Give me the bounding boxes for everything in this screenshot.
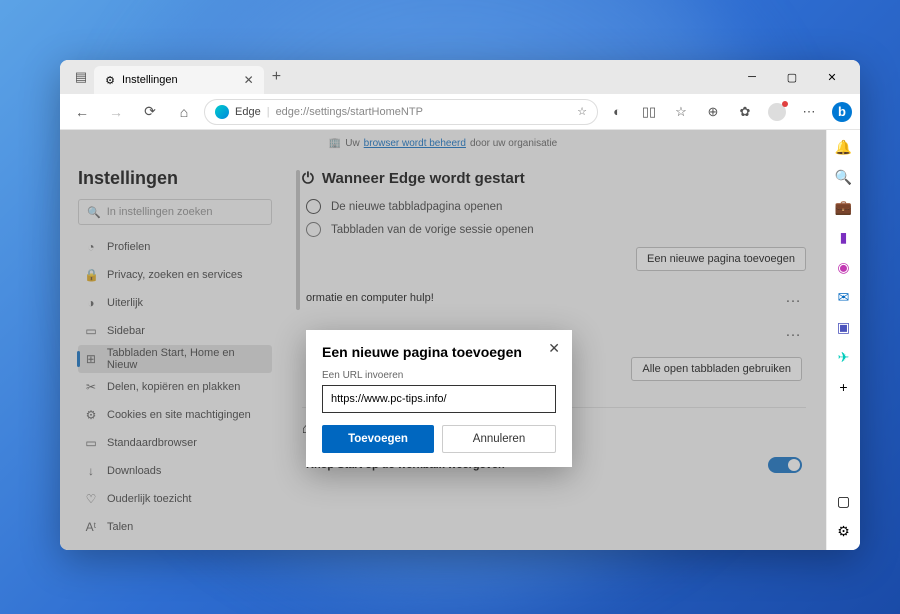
settings-gear-icon[interactable]: ⚙ (833, 520, 855, 542)
split-icon[interactable]: ▯▯ (636, 99, 662, 125)
dialog-label: Een URL invoeren (322, 370, 556, 381)
maximize-button[interactable]: ▢ (772, 60, 812, 94)
home-button[interactable]: ⌂ (170, 98, 198, 126)
tracking-icon[interactable]: ◐ (604, 99, 630, 125)
collections-icon[interactable]: ⊕ (700, 99, 726, 125)
avatar[interactable] (764, 99, 790, 125)
app1-icon[interactable]: ▮ (833, 226, 855, 248)
bing-icon[interactable]: b (832, 102, 852, 122)
browser-window: ▤ ⚙ Instellingen ✕ + ─ ▢ ✕ ← → ⟳ ⌂ Edge … (60, 60, 860, 550)
outlook-icon[interactable]: ✉ (833, 286, 855, 308)
edge-icon (215, 105, 229, 119)
url-field[interactable]: Edge | edge://settings/startHomeNTP ☆ (204, 99, 598, 125)
refresh-button[interactable]: ⟳ (136, 98, 164, 126)
search-icon[interactable]: 🔍 (833, 166, 855, 188)
back-button[interactable]: ← (68, 98, 96, 126)
favorites-icon[interactable]: ☆ (668, 99, 694, 125)
tab-actions-icon[interactable]: ▤ (68, 64, 94, 90)
close-window-button[interactable]: ✕ (812, 60, 852, 94)
cancel-button[interactable]: Annuleren (442, 425, 556, 453)
more-icon[interactable]: ⋯ (796, 99, 822, 125)
address-bar: ← → ⟳ ⌂ Edge | edge://settings/startHome… (60, 94, 860, 130)
star-icon[interactable]: ☆ (577, 105, 587, 118)
add-icon[interactable]: + (833, 376, 855, 398)
titlebar: ▤ ⚙ Instellingen ✕ + ─ ▢ ✕ (60, 60, 860, 94)
panel-icon[interactable]: ▢ (833, 490, 855, 512)
add-button[interactable]: Toevoegen (322, 425, 434, 453)
extensions-icon[interactable]: ✿ (732, 99, 758, 125)
forward-button[interactable]: → (102, 98, 130, 126)
dialog-close-icon[interactable]: ✕ (548, 340, 560, 357)
url-prefix: Edge (235, 106, 261, 118)
browser-tab[interactable]: ⚙ Instellingen ✕ (94, 66, 264, 94)
right-sidebar: 🔔 🔍 💼 ▮ ◉ ✉ ▣ ✈ + ▢ ⚙ (826, 130, 860, 550)
url-input[interactable] (322, 385, 556, 413)
briefcase-icon[interactable]: 💼 (833, 196, 855, 218)
minimize-button[interactable]: ─ (732, 60, 772, 94)
gear-icon: ⚙ (104, 74, 116, 86)
add-page-dialog: ✕ Een nieuwe pagina toevoegen Een URL in… (306, 330, 572, 467)
close-tab-icon[interactable]: ✕ (244, 73, 254, 87)
app3-icon[interactable]: ▣ (833, 316, 855, 338)
app2-icon[interactable]: ◉ (833, 256, 855, 278)
bell-icon[interactable]: 🔔 (833, 136, 855, 158)
send-icon[interactable]: ✈ (833, 346, 855, 368)
url-text: edge://settings/startHomeNTP (276, 106, 423, 118)
tab-title: Instellingen (122, 74, 178, 86)
new-tab-button[interactable]: + (272, 68, 281, 86)
dialog-title: Een nieuwe pagina toevoegen (322, 344, 556, 360)
